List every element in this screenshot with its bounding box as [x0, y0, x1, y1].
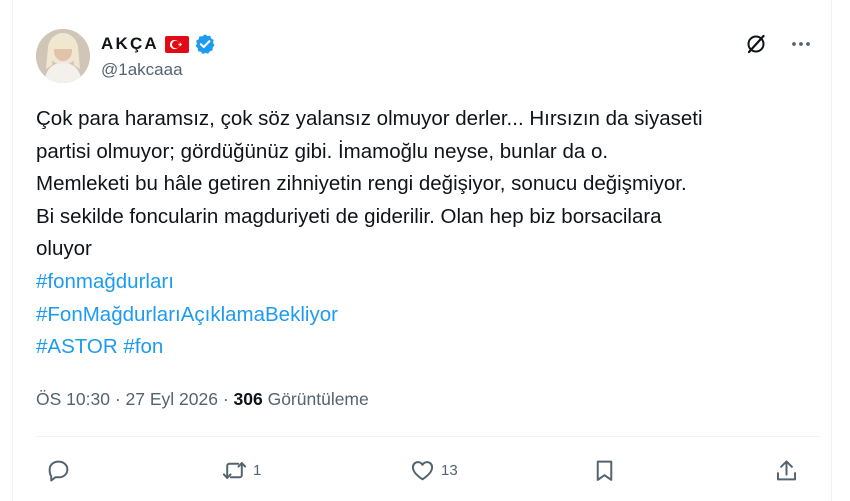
- divider: [36, 436, 820, 437]
- display-name[interactable]: AKÇA: [101, 34, 159, 54]
- more-icon[interactable]: [790, 33, 812, 55]
- retweet-icon: [222, 461, 247, 479]
- like-button[interactable]: 13: [410, 452, 458, 488]
- reply-icon: [48, 460, 69, 481]
- tweet-date[interactable]: 27 Eyl 2026: [126, 389, 218, 410]
- meta-separator: ·: [109, 389, 126, 409]
- turkey-flag-icon: [164, 35, 189, 53]
- action-bar: 1 13: [36, 452, 806, 488]
- verified-icon: [195, 34, 215, 54]
- meta-separator: ·: [217, 389, 234, 409]
- tweet-text-line: oluyor: [36, 237, 92, 261]
- author-name-row[interactable]: AKÇA: [101, 32, 216, 56]
- retweet-count: 1: [253, 461, 262, 479]
- bookmark-button[interactable]: [592, 452, 617, 488]
- share-icon: [776, 459, 797, 480]
- like-icon: [411, 460, 434, 480]
- like-count: 13: [441, 461, 458, 479]
- bookmark-icon: [596, 460, 613, 481]
- hashtag-link-fonmagdurlariaciklamabekliyor[interactable]: #FonMağdurlarıAçıklamaBekliyor: [36, 299, 816, 332]
- tweet-text-line: Bi sekilde foncularin magduriyeti de gid…: [36, 204, 662, 228]
- tweet-text-line: Memleketi bu hâle getiren zihniyetin ren…: [36, 172, 687, 196]
- hashtag-link-astor-fon[interactable]: #ASTOR #fon: [36, 331, 816, 364]
- tweet-time[interactable]: ÖS 10:30: [36, 389, 110, 410]
- hashtag-link-fonmagdurlari[interactable]: #fonmağdurları: [36, 266, 816, 299]
- grok-icon[interactable]: [744, 32, 768, 56]
- user-handle[interactable]: @1akcaaa: [101, 60, 183, 80]
- tweet-text-line: Çok para haramsız, çok söz yalansız olmu…: [36, 107, 703, 130]
- tweet-text: Çok para haramsız, çok söz yalansız olmu…: [36, 103, 816, 364]
- reply-button[interactable]: [46, 452, 77, 488]
- views-label: Görüntüleme: [262, 389, 369, 409]
- views-count: 306: [233, 389, 263, 409]
- avatar[interactable]: [36, 29, 90, 83]
- tweet-meta: ÖS 10:30 · 27 Eyl 2026 · 306 Görüntüleme: [36, 389, 369, 410]
- retweet-button[interactable]: 1: [222, 452, 261, 488]
- share-button[interactable]: [774, 452, 799, 488]
- tweet-text-line: partisi olmuyor; gördüğünüz gibi. İmamoğ…: [36, 139, 609, 163]
- top-actions: [744, 32, 812, 56]
